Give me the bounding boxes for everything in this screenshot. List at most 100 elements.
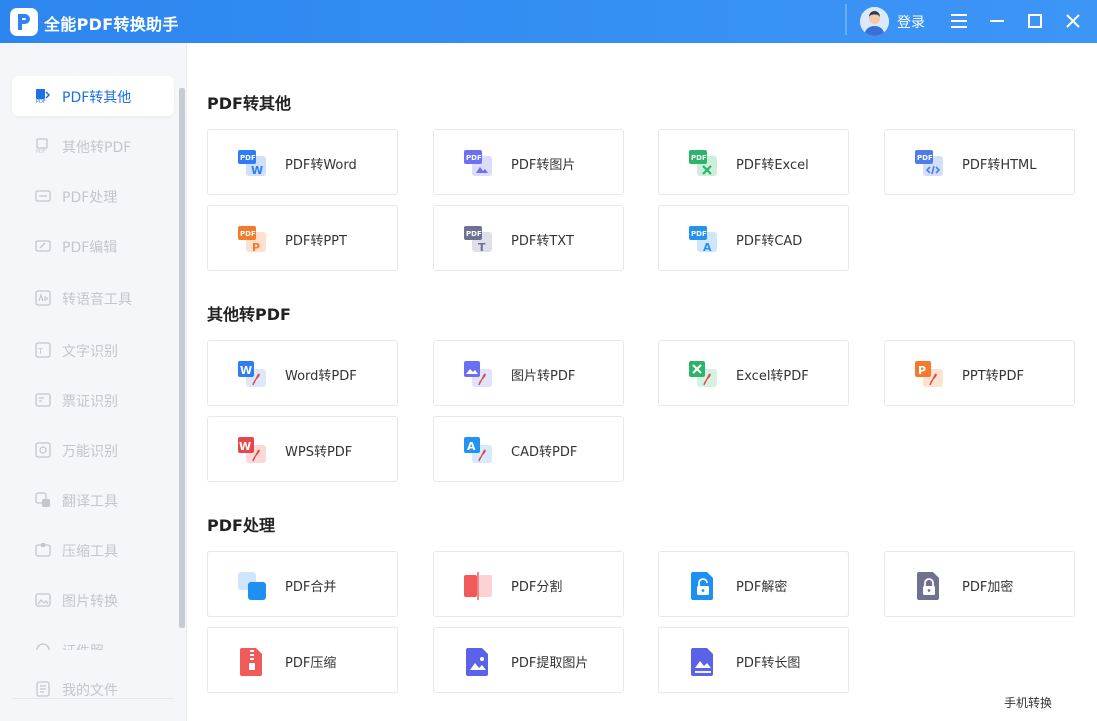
other-to-pdf-icon: PDF: [36, 138, 48, 154]
pdf-image-icon: PDF: [464, 150, 492, 176]
card-pdf-lock[interactable]: PDF加密: [884, 551, 1075, 617]
sidebar-item-translate[interactable]: 翻译工具: [12, 480, 174, 520]
my-files-icon: [36, 681, 50, 697]
ppt-pdf-icon: P: [915, 361, 943, 387]
excel-pdf-icon: [689, 361, 717, 387]
sidebar-item-compress[interactable]: 压缩工具: [12, 530, 174, 570]
svg-text:PDF: PDF: [240, 154, 256, 162]
unlock-icon: [691, 572, 713, 600]
sidebar-item-ocr[interactable]: T 文字识别: [12, 330, 174, 370]
svg-text:PDF: PDF: [36, 99, 46, 104]
sidebar-item-label: 票证识别: [62, 394, 118, 410]
cad-pdf-icon: A: [464, 437, 492, 463]
card-pdf-word[interactable]: PDF W PDF转Word: [207, 129, 398, 195]
mobile-convert-link[interactable]: 手机转换: [1004, 694, 1052, 711]
card-excel-pdf[interactable]: Excel转PDF: [658, 340, 849, 406]
merge-icon: [238, 572, 266, 600]
minimize-icon[interactable]: [987, 11, 1007, 31]
sidebar-item-ticket[interactable]: 票证识别: [12, 380, 174, 420]
svg-text:PDF: PDF: [36, 149, 46, 154]
card-pdf-long-image[interactable]: PDF转长图: [658, 627, 849, 693]
sidebar-item-image-convert[interactable]: 图片转换: [12, 580, 174, 620]
card-label: Word转PDF: [285, 369, 357, 384]
login-button[interactable]: 登录: [897, 12, 925, 32]
pdf-to-other-icon: PDF: [36, 89, 51, 104]
pdf-excel-icon: PDF: [689, 150, 717, 176]
card-label: PDF加密: [962, 580, 1014, 595]
sidebar: PDF PDF转其他 PDF 其他转PDF PDF处理 PDF编辑 转语音工具 …: [0, 43, 187, 721]
svg-text:W: W: [239, 440, 251, 453]
pdf-html-icon: PDF: [915, 150, 943, 176]
svg-text:W: W: [240, 364, 252, 377]
pdf-ppt-icon: PDF P: [238, 226, 266, 254]
card-label: PDF转Word: [285, 158, 357, 173]
maximize-icon[interactable]: [1025, 11, 1045, 31]
section-title-other-to-pdf: 其他转PDF: [207, 305, 291, 324]
sidebar-item-label: PDF编辑: [62, 240, 118, 256]
sidebar-item-label: 文字识别: [62, 344, 118, 360]
card-label: PDF转TXT: [511, 234, 574, 249]
sidebar-item-pdf-to-other[interactable]: PDF PDF转其他: [12, 76, 174, 116]
pdf-word-icon: PDF W: [238, 150, 266, 177]
section-title-pdf-to-other: PDF转其他: [207, 94, 291, 113]
svg-text:A: A: [703, 241, 712, 254]
card-label: PDF转PPT: [285, 234, 347, 249]
card-label: WPS转PDF: [285, 445, 353, 460]
sidebar-item-id-photo-clip: 证件照: [12, 630, 174, 650]
card-label: PDF压缩: [285, 656, 337, 671]
wps-pdf-icon: W: [238, 437, 266, 463]
sidebar-item-id-photo[interactable]: 证件照: [12, 630, 174, 650]
user-avatar[interactable]: [860, 7, 889, 36]
card-label: PDF转Excel: [736, 158, 809, 173]
sidebar-item-label: 翻译工具: [62, 494, 118, 510]
card-cad-pdf[interactable]: A CAD转PDF: [433, 416, 624, 482]
compress-icon: [35, 543, 51, 557]
card-word-pdf[interactable]: W Word转PDF: [207, 340, 398, 406]
close-icon[interactable]: [1063, 11, 1083, 31]
card-pdf-compress[interactable]: PDF压缩: [207, 627, 398, 693]
card-ppt-pdf[interactable]: P PPT转PDF: [884, 340, 1075, 406]
sidebar-item-label: 转语音工具: [62, 292, 132, 308]
card-pdf-image[interactable]: PDF PDF转图片: [433, 129, 624, 195]
section-title-pdf-process: PDF处理: [207, 516, 275, 535]
card-pdf-ppt[interactable]: PDF P PDF转PPT: [207, 205, 398, 271]
sidebar-item-label: 其他转PDF: [62, 140, 132, 156]
card-pdf-unlock[interactable]: PDF解密: [658, 551, 849, 617]
voice-icon: [35, 290, 51, 306]
sidebar-item-scan[interactable]: 万能识别: [12, 430, 174, 470]
card-image-pdf[interactable]: 图片转PDF: [433, 340, 624, 406]
card-pdf-cad[interactable]: PDF A PDF转CAD: [658, 205, 849, 271]
title-bar: 全能PDF转换助手 登录: [0, 0, 1097, 43]
ocr-icon: T: [35, 342, 51, 358]
sidebar-item-pdf-process[interactable]: PDF处理: [12, 176, 174, 216]
svg-text:T: T: [478, 241, 486, 254]
svg-text:P: P: [252, 241, 260, 254]
sidebar-item-voice[interactable]: 转语音工具: [12, 278, 174, 318]
svg-text:T: T: [37, 347, 43, 356]
zip-icon: [240, 648, 262, 676]
sidebar-scrollbar[interactable]: [179, 88, 185, 628]
svg-text:A: A: [467, 440, 476, 453]
sidebar-item-my-files[interactable]: 我的文件: [12, 669, 174, 709]
sidebar-item-other-to-pdf[interactable]: PDF 其他转PDF: [12, 126, 174, 166]
scan-icon: [35, 442, 51, 458]
card-pdf-html[interactable]: PDF PDF转HTML: [884, 129, 1075, 195]
card-pdf-split[interactable]: PDF分割: [433, 551, 624, 617]
card-label: PDF分割: [511, 580, 563, 595]
card-pdf-extract-image[interactable]: PDF提取图片: [433, 627, 624, 693]
id-photo-icon: [36, 643, 50, 650]
ticket-icon: [35, 393, 51, 407]
pdf-cad-icon: PDF A: [689, 226, 717, 254]
card-wps-pdf[interactable]: W WPS转PDF: [207, 416, 398, 482]
card-pdf-txt[interactable]: PDF T PDF转TXT: [433, 205, 624, 271]
sidebar-item-label: 图片转换: [62, 594, 118, 610]
sidebar-item-label: 压缩工具: [62, 544, 118, 560]
card-pdf-excel[interactable]: PDF PDF转Excel: [658, 129, 849, 195]
sidebar-item-pdf-edit[interactable]: PDF编辑: [12, 226, 174, 266]
sidebar-item-label: PDF处理: [62, 190, 118, 206]
card-label: PDF转HTML: [962, 158, 1037, 173]
svg-text:PDF: PDF: [691, 230, 707, 238]
main-content: PDF转其他 PDF W PDF转Word PDF PDF转图片 PDF PDF转…: [187, 43, 1097, 721]
card-pdf-merge[interactable]: PDF合并: [207, 551, 398, 617]
menu-icon[interactable]: [949, 11, 969, 31]
